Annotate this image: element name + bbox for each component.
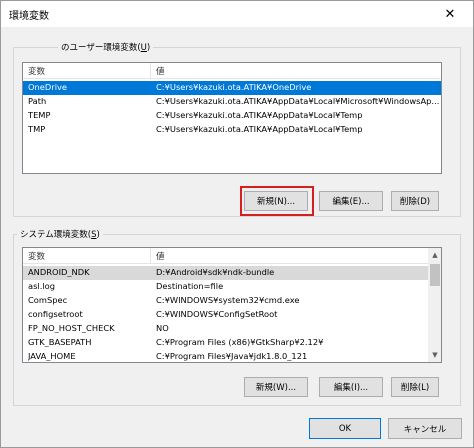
user-row-temp[interactable]: TEMP C:¥Users¥kazuki.ota.ATIKA¥AppData¥L…	[23, 109, 441, 123]
variable-value: C:¥Program Files¥Java¥jdk1.8.0_121	[156, 351, 308, 361]
system-edit-button[interactable]: 編集(I)...	[319, 377, 383, 397]
system-new-button[interactable]: 新規(W)...	[244, 377, 308, 397]
user-row-onedrive[interactable]: OneDrive C:¥Users¥kazuki.ota.ATIKA¥OneDr…	[23, 81, 441, 95]
variable-value: NO	[156, 323, 169, 333]
system-row-fp-no-host-check[interactable]: FP_NO_HOST_CHECK NO	[23, 322, 428, 336]
system-variables-list[interactable]: 変数 値 ANDROID_NDK D:¥Android¥sdk¥ndk-bund…	[22, 247, 442, 363]
variable-name: TEMP	[28, 110, 51, 120]
variable-value: C:¥WINDOWS¥ConfigSetRoot	[156, 309, 278, 319]
variable-name: FP_NO_HOST_CHECK	[28, 323, 115, 333]
variable-name: asl.log	[28, 281, 55, 291]
user-variables-list[interactable]: 変数 値 OneDrive C:¥Users¥kazuki.ota.ATIKA¥…	[22, 62, 442, 174]
user-row-path[interactable]: Path C:¥Users¥kazuki.ota.ATIKA¥AppData¥L…	[23, 95, 441, 109]
user-variables-label: のユーザー環境変数(U)	[58, 41, 154, 53]
dialog-title: 環境変数	[9, 11, 49, 22]
variable-value: Destination=file	[156, 281, 224, 291]
column-divider[interactable]	[150, 63, 151, 79]
system-row-comspec[interactable]: ComSpec C:¥WINDOWS¥system32¥cmd.exe	[23, 294, 428, 308]
variable-name: OneDrive	[28, 82, 68, 92]
variable-name: configsetroot	[28, 309, 83, 319]
column-divider[interactable]	[150, 248, 151, 264]
close-icon[interactable]: ✕	[429, 1, 471, 27]
user-row-tmp[interactable]: TMP C:¥Users¥kazuki.ota.ATIKA¥AppData¥Lo…	[23, 123, 441, 137]
variable-name: ANDROID_NDK	[28, 267, 90, 277]
variable-name: ComSpec	[28, 295, 68, 305]
system-row-configsetroot[interactable]: configsetroot C:¥WINDOWS¥ConfigSetRoot	[23, 308, 428, 322]
system-list-scrollbar[interactable]: ▲ ▼	[428, 248, 441, 362]
user-list-header: 変数 値	[23, 63, 441, 79]
ok-button[interactable]: OK	[309, 418, 381, 439]
column-header-variable[interactable]: 変数	[28, 250, 45, 262]
user-edit-button[interactable]: 編集(E)...	[319, 191, 383, 211]
variable-value: C:¥WINDOWS¥system32¥cmd.exe	[156, 295, 300, 305]
system-variables-label: システム環境変数(S)	[17, 228, 103, 240]
variable-name: JAVA_HOME	[28, 351, 76, 361]
user-delete-button[interactable]: 削除(D)	[391, 191, 439, 211]
system-row-gtk-basepath[interactable]: GTK_BASEPATH C:¥Program Files (x86)¥GtkS…	[23, 336, 428, 350]
variable-value: C:¥Program Files (x86)¥GtkSharp¥2.12¥	[156, 337, 324, 347]
variable-value: C:¥Users¥kazuki.ota.ATIKA¥AppData¥Local¥…	[156, 96, 440, 106]
column-header-variable[interactable]: 変数	[28, 65, 45, 77]
system-row-asl-log[interactable]: asl.log Destination=file	[23, 280, 428, 294]
variable-name: TMP	[28, 124, 46, 134]
scroll-up-icon[interactable]: ▲	[428, 248, 441, 262]
variable-name: Path	[28, 96, 47, 106]
column-header-value[interactable]: 値	[156, 65, 165, 77]
variable-value: C:¥Users¥kazuki.ota.ATIKA¥AppData¥Local¥…	[156, 124, 363, 134]
system-row-java-home[interactable]: JAVA_HOME C:¥Program Files¥Java¥jdk1.8.0…	[23, 350, 428, 362]
environment-variables-dialog: 環境変数 ✕ のユーザー環境変数(U) 変数 値 OneDrive C:¥Use…	[0, 0, 474, 448]
variable-name: GTK_BASEPATH	[28, 337, 92, 347]
variable-value: C:¥Users¥kazuki.ota.ATIKA¥OneDrive	[156, 82, 312, 92]
scroll-thumb[interactable]	[430, 264, 440, 286]
variable-value: D:¥Android¥sdk¥ndk-bundle	[156, 267, 275, 277]
title-bar: 環境変数 ✕	[1, 1, 473, 27]
system-row-android-ndk[interactable]: ANDROID_NDK D:¥Android¥sdk¥ndk-bundle	[23, 266, 428, 280]
highlight-box	[240, 186, 314, 216]
cancel-button[interactable]: キャンセル	[388, 418, 462, 439]
system-list-header: 変数 値	[23, 248, 441, 264]
column-header-value[interactable]: 値	[156, 250, 165, 262]
variable-value: C:¥Users¥kazuki.ota.ATIKA¥AppData¥Local¥…	[156, 110, 363, 120]
scroll-down-icon[interactable]: ▼	[428, 348, 441, 362]
system-delete-button[interactable]: 削除(L)	[391, 377, 439, 397]
